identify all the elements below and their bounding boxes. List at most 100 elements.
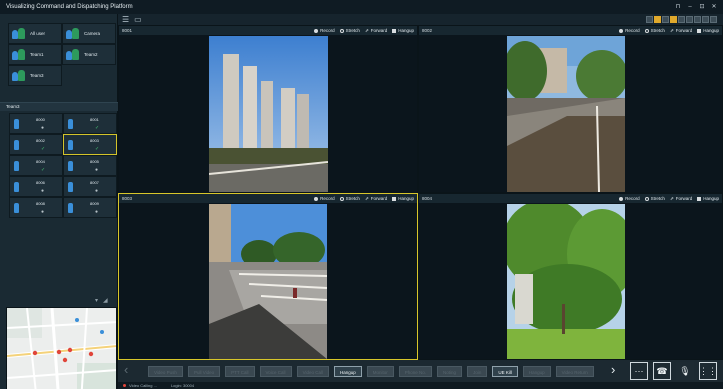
record-option[interactable]: Record (619, 28, 640, 33)
layout-16-icon[interactable] (702, 16, 709, 23)
video-call-button[interactable]: Video Call (296, 366, 329, 377)
ptt-call-button[interactable]: PTT Call (225, 366, 255, 377)
offline-dot-icon: ● (41, 209, 45, 215)
radio-icon (644, 196, 649, 201)
group-list: All user Camera Team1 Team2 Team3 (8, 23, 116, 86)
member-8000[interactable]: 8000 ● (9, 113, 63, 134)
group-icon (66, 48, 80, 62)
layout-4-icon[interactable] (654, 16, 661, 23)
member-8006[interactable]: 8006 ● (9, 176, 63, 197)
video-stream (507, 204, 625, 359)
map-canvas (7, 308, 116, 389)
forward-option[interactable]: ⇗ Forward (670, 196, 692, 202)
join-button[interactable]: Join (467, 366, 488, 377)
menu-icon[interactable]: ☰ (122, 15, 129, 24)
record-option[interactable]: Record (619, 196, 640, 201)
group-team1[interactable]: Team1 (8, 44, 62, 65)
video-panel-8003[interactable]: 8003 Record Stretch ⇗ Forward Hangup (118, 193, 418, 360)
member-label: 8006 (36, 180, 45, 185)
layout-10-icon[interactable] (686, 16, 693, 23)
member-8008[interactable]: 8008 ● (9, 197, 63, 218)
collapse-icon[interactable]: ▾ (95, 297, 98, 304)
maximize-icon[interactable]: ⊡ (699, 2, 705, 12)
layout-9-icon[interactable] (678, 16, 685, 23)
member-8007[interactable]: 8007 ● (63, 176, 117, 197)
call-status-text: Video Calling ... (129, 383, 157, 388)
microphone-icon[interactable]: 🎙 (676, 362, 694, 380)
member-8001[interactable]: 8001 ✓ (63, 113, 117, 134)
group-team3[interactable]: Team3 (8, 65, 62, 86)
hangup-option[interactable]: Hangup (697, 196, 719, 201)
member-8004[interactable]: 8004 ✓ (9, 155, 63, 176)
layout-8-icon[interactable] (670, 16, 677, 23)
phone-hangup-icon[interactable]: ☎ (653, 362, 671, 380)
group-all-user[interactable]: All user (8, 23, 62, 44)
hangup-option[interactable]: Hangup (392, 28, 414, 33)
user-icon (68, 161, 73, 171)
expand-icon[interactable]: ◢ (103, 297, 108, 304)
voice-call-button[interactable]: Voice Call (259, 366, 292, 377)
member-8003[interactable]: 8003 ✓ (63, 134, 117, 155)
group-icon (12, 27, 26, 41)
layout-13-icon[interactable] (694, 16, 701, 23)
record-label: Record (320, 28, 335, 33)
checkbox-icon (392, 196, 397, 201)
fullscreen-icon[interactable] (710, 16, 717, 23)
phone-no-button[interactable]: Phone No. (398, 366, 433, 377)
minimize-icon[interactable]: – (687, 2, 693, 12)
members-header: Team3 (0, 102, 118, 111)
message-icon[interactable]: ⋯ (630, 362, 648, 380)
dialpad-icon[interactable]: ⋮⋮ (699, 362, 717, 380)
stretch-option[interactable]: Stretch (339, 196, 360, 201)
member-label: 8009 (90, 201, 99, 206)
close-icon[interactable]: ✕ (711, 2, 717, 12)
login-status: Login: 30004 (170, 383, 195, 388)
member-8002[interactable]: 8002 ✓ (9, 134, 63, 155)
forward-label: Forward (370, 196, 388, 201)
window-icon[interactable]: ▭ (134, 15, 142, 24)
record-option[interactable]: Record (314, 196, 335, 201)
video-panel-8001[interactable]: 8001 Record Stretch ⇗ Forward Hangup (118, 25, 418, 193)
forward-icon: ⇗ (364, 27, 369, 33)
group-label: All user (30, 31, 46, 36)
user-icon (14, 119, 19, 129)
forward-option[interactable]: ⇗ Forward (670, 28, 692, 34)
hangup-all-button[interactable]: Hangup (522, 366, 551, 377)
layout-selector (646, 16, 717, 23)
layout-1-icon[interactable] (646, 16, 653, 23)
restore-icon[interactable]: ⊓ (675, 2, 681, 12)
stretch-option[interactable]: Stretch (644, 28, 665, 33)
forward-option[interactable]: ⇗ Forward (365, 28, 387, 34)
online-check-icon: ✓ (41, 167, 46, 173)
video-panel-8002[interactable]: 8002 Record Stretch ⇗ Forward Hangup (418, 25, 723, 193)
stretch-option[interactable]: Stretch (339, 28, 360, 33)
group-camera[interactable]: Camera (62, 23, 116, 44)
layout-6-icon[interactable] (662, 16, 669, 23)
video-return-button[interactable]: Video Return (555, 366, 594, 377)
scroll-left-icon[interactable]: ‹ (124, 363, 128, 377)
scroll-right-icon[interactable]: › (611, 363, 615, 377)
group-team2[interactable]: Team2 (62, 44, 116, 65)
video-image (507, 204, 625, 359)
hangup-option[interactable]: Hangup (392, 196, 414, 201)
checkbox-icon (697, 28, 702, 33)
member-8009[interactable]: 8009 ● (63, 197, 117, 218)
forward-option[interactable]: ⇗ Forward (365, 196, 387, 202)
group-icon (66, 27, 80, 41)
map-view[interactable] (6, 307, 117, 389)
record-option[interactable]: Record (314, 28, 335, 33)
pull-video-button[interactable]: Pull Video (187, 366, 221, 377)
title-bar: Visualizing Command and Dispatching Plat… (0, 0, 723, 14)
stretch-option[interactable]: Stretch (644, 196, 665, 201)
member-8005[interactable]: 8005 ● (63, 155, 117, 176)
video-push-button[interactable]: Video Push (148, 366, 183, 377)
ue-kill-button[interactable]: UE Kill (492, 366, 518, 377)
video-panel-8004[interactable]: 8004 Record Stretch ⇗ Forward Hangup (418, 193, 723, 360)
monitor-button[interactable]: Monitor (366, 366, 394, 377)
user-icon (68, 182, 73, 192)
video-header: 8003 Record Stretch ⇗ Forward Hangup (119, 194, 417, 203)
noting-button[interactable]: Noting (437, 366, 463, 377)
hangup-button[interactable]: Hangup (334, 366, 362, 377)
record-label: Record (320, 196, 335, 201)
hangup-option[interactable]: Hangup (697, 28, 719, 33)
